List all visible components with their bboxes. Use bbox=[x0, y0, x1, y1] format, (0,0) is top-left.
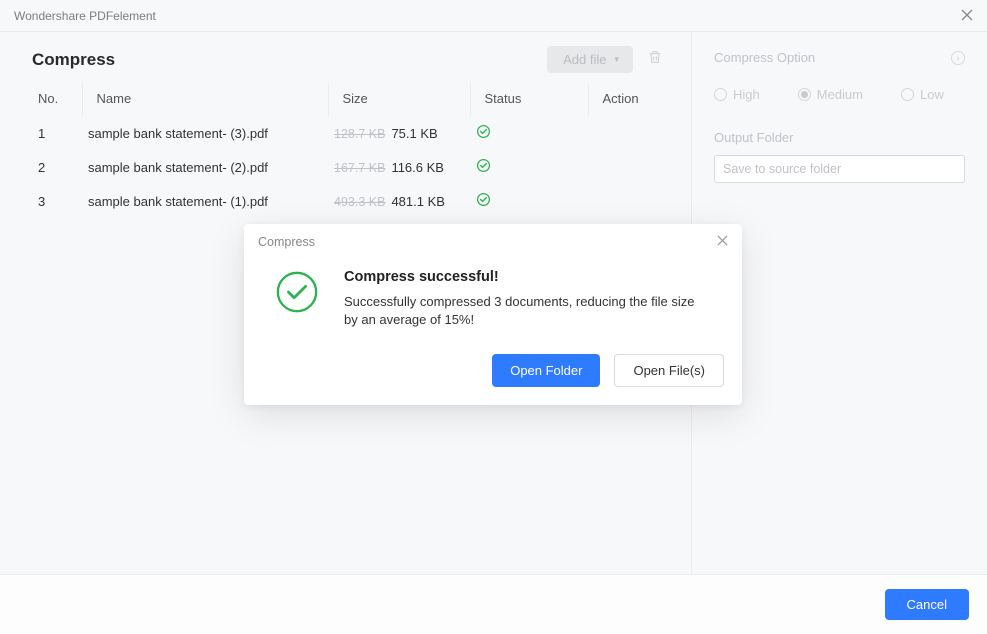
status-success-icon bbox=[476, 195, 491, 210]
table-row[interactable]: 3sample bank statement- (1).pdf493.3 KB4… bbox=[32, 184, 663, 218]
dialog-message: Successfully compressed 3 documents, red… bbox=[344, 293, 704, 328]
radio-label: Medium bbox=[817, 87, 863, 102]
cell-name: sample bank statement- (3).pdf bbox=[82, 116, 328, 150]
compress-result-dialog: Compress Compress successful! Successful… bbox=[244, 224, 742, 405]
chevron-down-icon: ▾ bbox=[614, 54, 619, 65]
radio-icon bbox=[901, 88, 914, 101]
table-row[interactable]: 2sample bank statement- (2).pdf167.7 KB1… bbox=[32, 150, 663, 184]
footer: Cancel bbox=[0, 574, 987, 634]
cell-no: 2 bbox=[32, 150, 82, 184]
cell-action bbox=[588, 150, 663, 184]
output-folder-input[interactable] bbox=[714, 155, 965, 183]
cell-no: 3 bbox=[32, 184, 82, 218]
col-header-size: Size bbox=[328, 83, 470, 116]
radio-icon bbox=[798, 88, 811, 101]
delete-icon[interactable] bbox=[647, 49, 663, 70]
cell-size: 167.7 KB 116.6 KB bbox=[328, 150, 470, 184]
old-size: 167.7 KB bbox=[334, 161, 385, 175]
success-check-icon bbox=[274, 269, 320, 328]
dialog-close-icon[interactable] bbox=[717, 234, 728, 249]
radio-label: High bbox=[733, 87, 760, 102]
cell-name: sample bank statement- (1).pdf bbox=[82, 184, 328, 218]
dialog-title: Compress bbox=[258, 235, 315, 249]
col-header-action: Action bbox=[588, 83, 663, 116]
open-files-button[interactable]: Open File(s) bbox=[614, 354, 724, 387]
add-file-button[interactable]: Add file ▾ bbox=[547, 46, 633, 73]
cell-action bbox=[588, 116, 663, 150]
cell-name: sample bank statement- (2).pdf bbox=[82, 150, 328, 184]
output-folder-label: Output Folder bbox=[714, 130, 965, 145]
status-success-icon bbox=[476, 127, 491, 142]
cell-no: 1 bbox=[32, 116, 82, 150]
table-row[interactable]: 1sample bank statement- (3).pdf 128.7 KB 7… bbox=[32, 116, 663, 150]
cancel-button[interactable]: Cancel bbox=[885, 589, 969, 620]
old-size: 128.7 KB bbox=[334, 127, 385, 141]
app-title: Wondershare PDFelement bbox=[14, 9, 156, 23]
compress-option-label: Compress Option bbox=[714, 50, 815, 65]
radio-label: Low bbox=[920, 87, 944, 102]
compress-level-low[interactable]: Low bbox=[901, 87, 944, 102]
status-success-icon bbox=[476, 161, 491, 176]
cell-status bbox=[470, 116, 588, 150]
dialog-heading: Compress successful! bbox=[344, 269, 704, 285]
open-folder-button[interactable]: Open Folder bbox=[492, 354, 600, 387]
new-size: 75.1 KB bbox=[391, 126, 437, 141]
cell-size: 128.7 KB 75.1 KB bbox=[328, 116, 470, 150]
col-header-no: No. bbox=[32, 83, 82, 116]
new-size: 116.6 KB bbox=[391, 160, 444, 175]
add-file-label: Add file bbox=[563, 52, 606, 67]
cell-size: 493.3 KB 481.1 KB bbox=[328, 184, 470, 218]
title-bar: Wondershare PDFelement bbox=[0, 0, 987, 32]
window-close-icon[interactable] bbox=[961, 8, 973, 24]
info-icon[interactable]: › bbox=[951, 51, 965, 65]
old-size: 493.3 KB bbox=[334, 195, 385, 209]
cell-status bbox=[470, 184, 588, 218]
radio-icon bbox=[714, 88, 727, 101]
file-table: No. Name Size Status Action 1sample bank… bbox=[32, 83, 663, 218]
compress-level-medium[interactable]: Medium bbox=[798, 87, 863, 102]
col-header-status: Status bbox=[470, 83, 588, 116]
compress-level-high[interactable]: High bbox=[714, 87, 760, 102]
cell-status bbox=[470, 150, 588, 184]
cell-action bbox=[588, 184, 663, 218]
compress-level-group: High Medium Low bbox=[714, 87, 965, 102]
new-size: 481.1 KB bbox=[391, 194, 445, 209]
table-header-row: No. Name Size Status Action bbox=[32, 83, 663, 116]
col-header-name: Name bbox=[82, 83, 328, 116]
